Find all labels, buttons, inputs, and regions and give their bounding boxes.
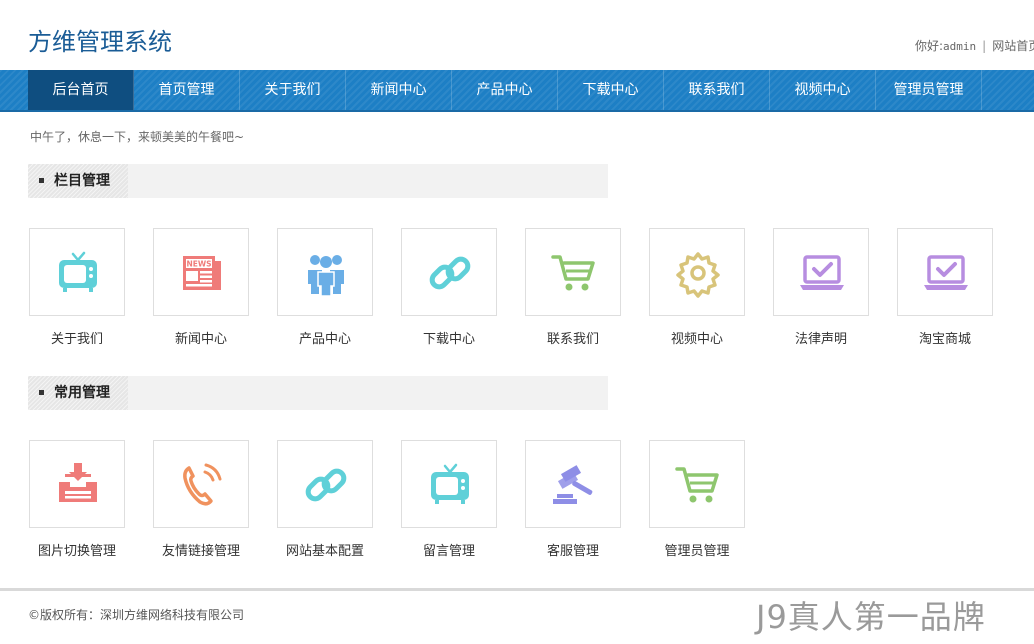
nav-item-downloads[interactable]: 下载中心 — [558, 70, 664, 110]
gavel-icon — [553, 465, 593, 504]
link-icon — [305, 468, 347, 502]
tile-video[interactable] — [649, 228, 745, 316]
laptop-check-icon — [924, 255, 968, 290]
watermark-text: J9真人第一品牌 — [756, 598, 986, 636]
tile-label: 联系我们 — [546, 332, 599, 347]
tile-admin-manage[interactable] — [649, 440, 745, 528]
tile-label: 客服管理 — [546, 544, 599, 559]
cart-icon — [675, 467, 719, 503]
tile-products[interactable] — [277, 228, 373, 316]
newspaper-icon: NEWS — [183, 256, 221, 290]
tile-contact[interactable] — [525, 228, 621, 316]
tile-label: 网站基本配置 — [285, 544, 364, 559]
separator: | — [982, 39, 987, 53]
inbox-download-icon — [59, 463, 97, 502]
main-nav: 后台首页 首页管理 关于我们 新闻中心 产品中心 下载中心 联系我们 视频中心 … — [0, 70, 1034, 112]
nav-item-admin[interactable]: 管理员管理 — [876, 70, 982, 110]
tile-links[interactable] — [153, 440, 249, 528]
tile-customer-service[interactable] — [525, 440, 621, 528]
link-icon — [429, 256, 471, 290]
user-info: 你好:admin | 网站首页 — [915, 37, 1034, 54]
bullet-square-icon — [39, 178, 44, 183]
site-home-link[interactable]: 网站首页 — [992, 39, 1034, 53]
header: 方维管理系统 你好:admin | 网站首页 — [0, 0, 1034, 70]
section-title: 栏目管理 — [54, 173, 110, 189]
username: admin — [943, 40, 977, 53]
nav-item-video[interactable]: 视频中心 — [770, 70, 876, 110]
nav-item-news[interactable]: 新闻中心 — [346, 70, 452, 110]
nav-item-products[interactable]: 产品中心 — [452, 70, 558, 110]
tile-about[interactable] — [29, 228, 125, 316]
tile-label: 下载中心 — [422, 332, 475, 347]
tile-label: 关于我们 — [50, 332, 103, 347]
nav-item-contact[interactable]: 联系我们 — [664, 70, 770, 110]
tile-label: 友情链接管理 — [161, 544, 240, 559]
tile-downloads[interactable] — [401, 228, 497, 316]
tile-legal[interactable] — [773, 228, 869, 316]
cart-icon — [551, 255, 595, 291]
tile-site-config[interactable] — [277, 440, 373, 528]
nav-item-dashboard[interactable]: 后台首页 — [28, 70, 134, 110]
app-logo: 方维管理系统 — [28, 28, 172, 56]
tile-label: 淘宝商城 — [918, 332, 971, 347]
greeting-prefix: 你好: — [915, 39, 944, 53]
svg-text:NEWS: NEWS — [186, 260, 211, 269]
section-header-common: 常用管理 — [28, 376, 608, 410]
greeting-text: 中午了，休息一下，来顿美美的午餐吧~ — [30, 130, 245, 144]
tile-label: 图片切换管理 — [37, 544, 116, 559]
tile-label: 新闻中心 — [174, 332, 227, 347]
section-title: 常用管理 — [54, 385, 110, 401]
tile-label: 留言管理 — [422, 544, 475, 559]
tile-slideshow[interactable] — [29, 440, 125, 528]
tile-taobao[interactable] — [897, 228, 993, 316]
footer-copyright: ©版权所有：深圳方维网络科技有限公司 — [28, 608, 245, 622]
bullet-square-icon — [39, 390, 44, 395]
tile-news[interactable]: NEWS — [153, 228, 249, 316]
tile-messages[interactable] — [401, 440, 497, 528]
nav-item-about[interactable]: 关于我们 — [240, 70, 346, 110]
section-header-columns: 栏目管理 — [28, 164, 608, 198]
footer-divider — [0, 588, 1034, 591]
tv-icon — [431, 463, 469, 504]
phone-icon — [183, 463, 222, 506]
tile-label: 视频中心 — [670, 332, 723, 347]
gear-icon — [676, 252, 720, 298]
tv-icon — [59, 251, 97, 292]
laptop-check-icon — [800, 255, 844, 290]
tile-label: 产品中心 — [298, 332, 351, 347]
nav-item-home-manage[interactable]: 首页管理 — [134, 70, 240, 110]
users-group-icon — [308, 255, 344, 297]
tile-label: 管理员管理 — [664, 544, 730, 559]
tile-label: 法律声明 — [794, 332, 847, 347]
